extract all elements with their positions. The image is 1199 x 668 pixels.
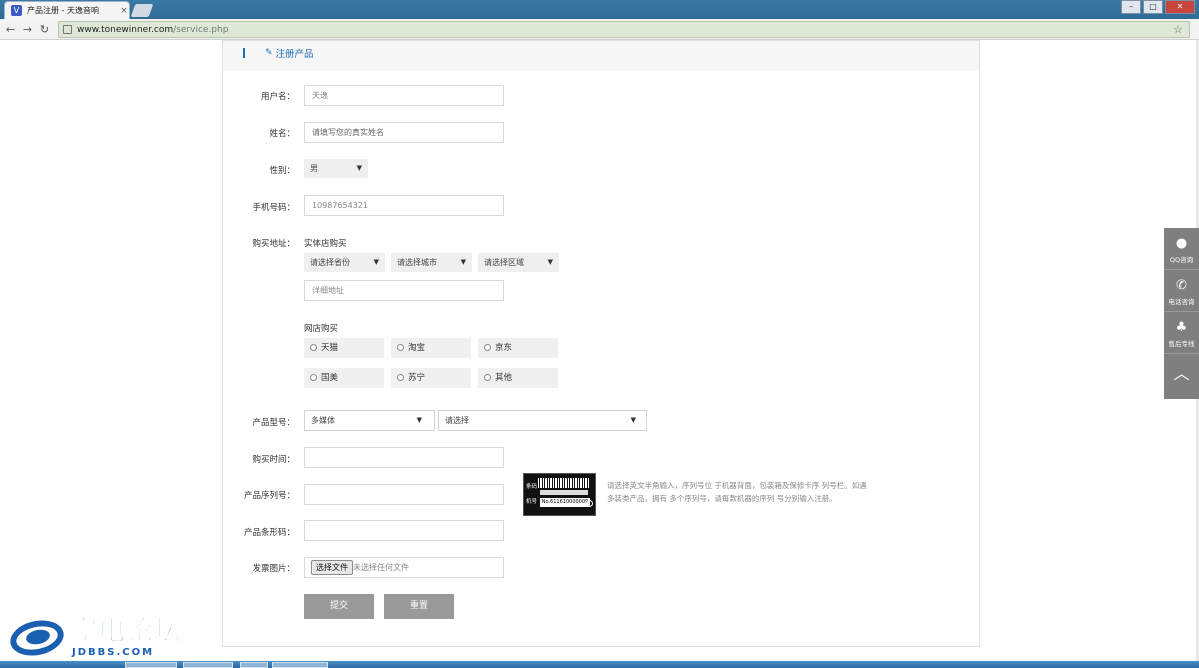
back-to-top-button[interactable]: ︿ — [1164, 354, 1199, 396]
province-select[interactable]: 请选择省份 ▼ — [304, 253, 385, 272]
phone-icon: ✆ — [1176, 278, 1187, 293]
browser-tab[interactable]: V 产品注册 - 天逸音响 × — [4, 1, 130, 19]
people-icon: ♣ — [1175, 320, 1188, 335]
chevron-down-icon: ▼ — [356, 164, 362, 172]
minimize-button[interactable]: – — [1121, 0, 1141, 14]
browser-titlebar: V 产品注册 - 天逸音响 × – □ ✕ — [0, 0, 1199, 19]
new-tab-button[interactable] — [130, 4, 154, 17]
watermark-logo: 家电论坛 JDBBS.COM — [7, 615, 182, 660]
model-select[interactable]: 请选择 ▼ — [438, 410, 647, 431]
phone-label: 手机号码： — [252, 203, 295, 213]
radio-tmall[interactable]: 天猫 — [304, 338, 384, 358]
taskbar-button[interactable] — [272, 662, 328, 668]
radio-jd[interactable]: 京东 — [478, 338, 558, 358]
address-field[interactable]: 详细地址 — [304, 280, 504, 301]
chevron-down-icon: ▼ — [547, 258, 553, 266]
os-taskbar — [0, 661, 1199, 668]
submit-button[interactable]: 提交 — [304, 594, 374, 619]
chevron-down-icon: ▼ — [460, 258, 466, 266]
category-select[interactable]: 多媒体 ▼ — [304, 410, 435, 431]
taskbar-button[interactable] — [240, 662, 268, 668]
barcode-label: 产品条形码： — [243, 528, 295, 538]
invoice-file-input[interactable]: 选择文件 未选择任何文件 — [304, 557, 504, 578]
radio-circle-icon — [484, 344, 491, 351]
gender-select[interactable]: 男 ▼ — [304, 159, 368, 178]
edit-icon: ✎ — [265, 48, 273, 58]
tab-title: 产品注册 - 天逸音响 — [27, 6, 99, 15]
address-bar[interactable]: www.tonewinner.com/service.php ☆ — [58, 21, 1190, 38]
service-sidebar: ● QQ咨询 ✆ 电话咨询 ♣ 售后专线 ︿ — [1164, 228, 1199, 399]
purchase-address-label: 购买地址： — [252, 239, 295, 249]
serial-example-image: 条码 机号 No.611610000009 — [523, 473, 596, 516]
aftersale-button[interactable]: ♣ 售后专线 — [1164, 312, 1199, 354]
phone-field[interactable]: 10987654321 — [304, 195, 504, 216]
radio-circle-icon — [484, 374, 491, 381]
chevron-up-icon: ︿ — [1173, 364, 1190, 383]
store-purchase-title: 实体店购买 — [304, 239, 347, 249]
serial-label: 产品序列号： — [243, 491, 295, 501]
barcode-graphic — [538, 478, 590, 488]
barcode-field[interactable] — [304, 520, 504, 541]
qq-icon: ● — [1175, 236, 1188, 251]
gender-label: 性别： — [269, 166, 295, 176]
page-title: ✎ 注册产品 — [265, 48, 314, 60]
phone-consult-button[interactable]: ✆ 电话咨询 — [1164, 270, 1199, 312]
header-accent-bar — [243, 48, 245, 58]
radio-circle-icon — [397, 374, 404, 381]
radio-circle-icon — [310, 344, 317, 351]
city-select[interactable]: 请选择城市 ▼ — [391, 253, 472, 272]
serial-number-sample: No.611610000009 — [540, 498, 590, 507]
window-controls: – □ ✕ — [1119, 0, 1195, 14]
serial-hint: 请选择英文半角输入，序列号位 于机器背面，包装箱及保修卡序 列号栏。如遇多装类产… — [607, 481, 867, 503]
purchase-time-label: 购买时间： — [252, 455, 295, 465]
chevron-down-icon: ▼ — [630, 416, 636, 424]
qq-consult-button[interactable]: ● QQ咨询 — [1164, 228, 1199, 270]
file-name-text: 未选择任何文件 — [353, 563, 409, 572]
tab-close-icon[interactable]: × — [119, 6, 129, 16]
taskbar-button[interactable] — [183, 662, 233, 668]
username-label: 用户名： — [260, 92, 295, 102]
url-text: www.tonewinner.com/service.php — [77, 24, 229, 35]
name-label: 姓名： — [269, 129, 295, 139]
card-header: ✎ 注册产品 — [223, 41, 979, 71]
chevron-down-icon: ▼ — [373, 258, 379, 266]
invoice-label: 发票图片： — [252, 564, 295, 574]
reload-icon[interactable]: ↻ — [38, 23, 51, 36]
choose-file-button[interactable]: 选择文件 — [311, 560, 353, 575]
radio-gome[interactable]: 国美 — [304, 368, 384, 388]
district-select[interactable]: 请选择区域 ▼ — [478, 253, 559, 272]
model-label: 产品型号： — [252, 418, 295, 428]
register-card: ✎ 注册产品 用户名： 天逸 姓名： 请填写您的真实姓名 性别： 男 ▼ 手机号码… — [222, 40, 980, 647]
name-field[interactable]: 请填写您的真实姓名 — [304, 122, 504, 143]
browser-toolbar: ← → ↻ www.tonewinner.com/service.php ☆ — [0, 19, 1199, 40]
forward-icon[interactable]: → — [21, 23, 34, 36]
reset-button[interactable]: 重置 — [384, 594, 454, 619]
back-icon[interactable]: ← — [4, 23, 17, 36]
chevron-down-icon: ▼ — [416, 416, 422, 424]
bookmark-star-icon[interactable]: ☆ — [1173, 23, 1183, 36]
radio-taobao[interactable]: 淘宝 — [391, 338, 471, 358]
radio-other[interactable]: 其他 — [478, 368, 558, 388]
maximize-button[interactable]: □ — [1143, 0, 1163, 14]
taskbar-button[interactable] — [125, 662, 177, 668]
page-icon — [63, 25, 72, 34]
site-favicon-icon: V — [11, 5, 22, 16]
close-window-button[interactable]: ✕ — [1165, 0, 1195, 14]
radio-circle-icon — [397, 344, 404, 351]
username-field[interactable]: 天逸 — [304, 85, 504, 106]
purchase-time-field[interactable] — [304, 447, 504, 468]
serial-field[interactable] — [304, 484, 504, 505]
radio-circle-icon — [310, 374, 317, 381]
online-purchase-title: 网店购买 — [304, 324, 339, 334]
radio-suning[interactable]: 苏宁 — [391, 368, 471, 388]
forum-logo-icon — [7, 615, 67, 660]
